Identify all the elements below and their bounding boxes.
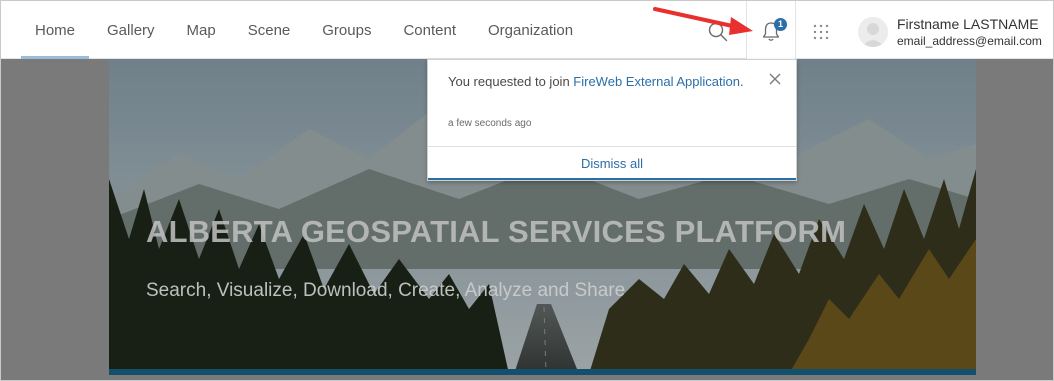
notification-timestamp: a few seconds ago — [448, 118, 532, 129]
notification-message-prefix: You requested to join — [448, 74, 574, 89]
apps-grid-button[interactable] — [811, 22, 831, 42]
notification-message: You requested to join FireWeb External A… — [448, 72, 748, 92]
tab-content[interactable]: Content — [387, 1, 472, 59]
dismiss-all-button[interactable]: Dismiss all — [428, 147, 796, 180]
close-icon — [769, 73, 781, 85]
tab-groups[interactable]: Groups — [306, 1, 387, 59]
user-email: email_address@email.com — [897, 34, 1042, 48]
app-window: Home Gallery Map Scene Groups Content Or… — [0, 0, 1054, 381]
close-notification-button[interactable] — [768, 72, 782, 86]
nav-tabs: Home Gallery Map Scene Groups Content Or… — [19, 1, 589, 59]
tab-map[interactable]: Map — [171, 1, 232, 59]
user-name[interactable]: Firstname LASTNAME — [897, 16, 1039, 32]
banner-bottom-bar — [109, 369, 976, 375]
tab-organization[interactable]: Organization — [472, 1, 589, 59]
tab-home[interactable]: Home — [19, 1, 91, 59]
notification-popup: You requested to join FireWeb External A… — [427, 59, 797, 181]
tab-scene[interactable]: Scene — [232, 1, 307, 59]
avatar-icon — [858, 17, 888, 47]
banner-subtitle: Search, Visualize, Download, Create, Ana… — [146, 280, 626, 301]
top-navigation: Home Gallery Map Scene Groups Content Or… — [1, 1, 1053, 59]
avatar[interactable] — [858, 17, 888, 47]
apps-grid-icon — [813, 24, 829, 40]
annotation-arrow-icon — [653, 7, 753, 35]
group-link[interactable]: FireWeb External Application — [573, 74, 740, 89]
banner-title: ALBERTA GEOSPATIAL SERVICES PLATFORM — [146, 214, 847, 249]
notification-count-badge: 1 — [774, 18, 787, 31]
tab-gallery[interactable]: Gallery — [91, 1, 171, 59]
notification-message-suffix: . — [739, 74, 744, 89]
